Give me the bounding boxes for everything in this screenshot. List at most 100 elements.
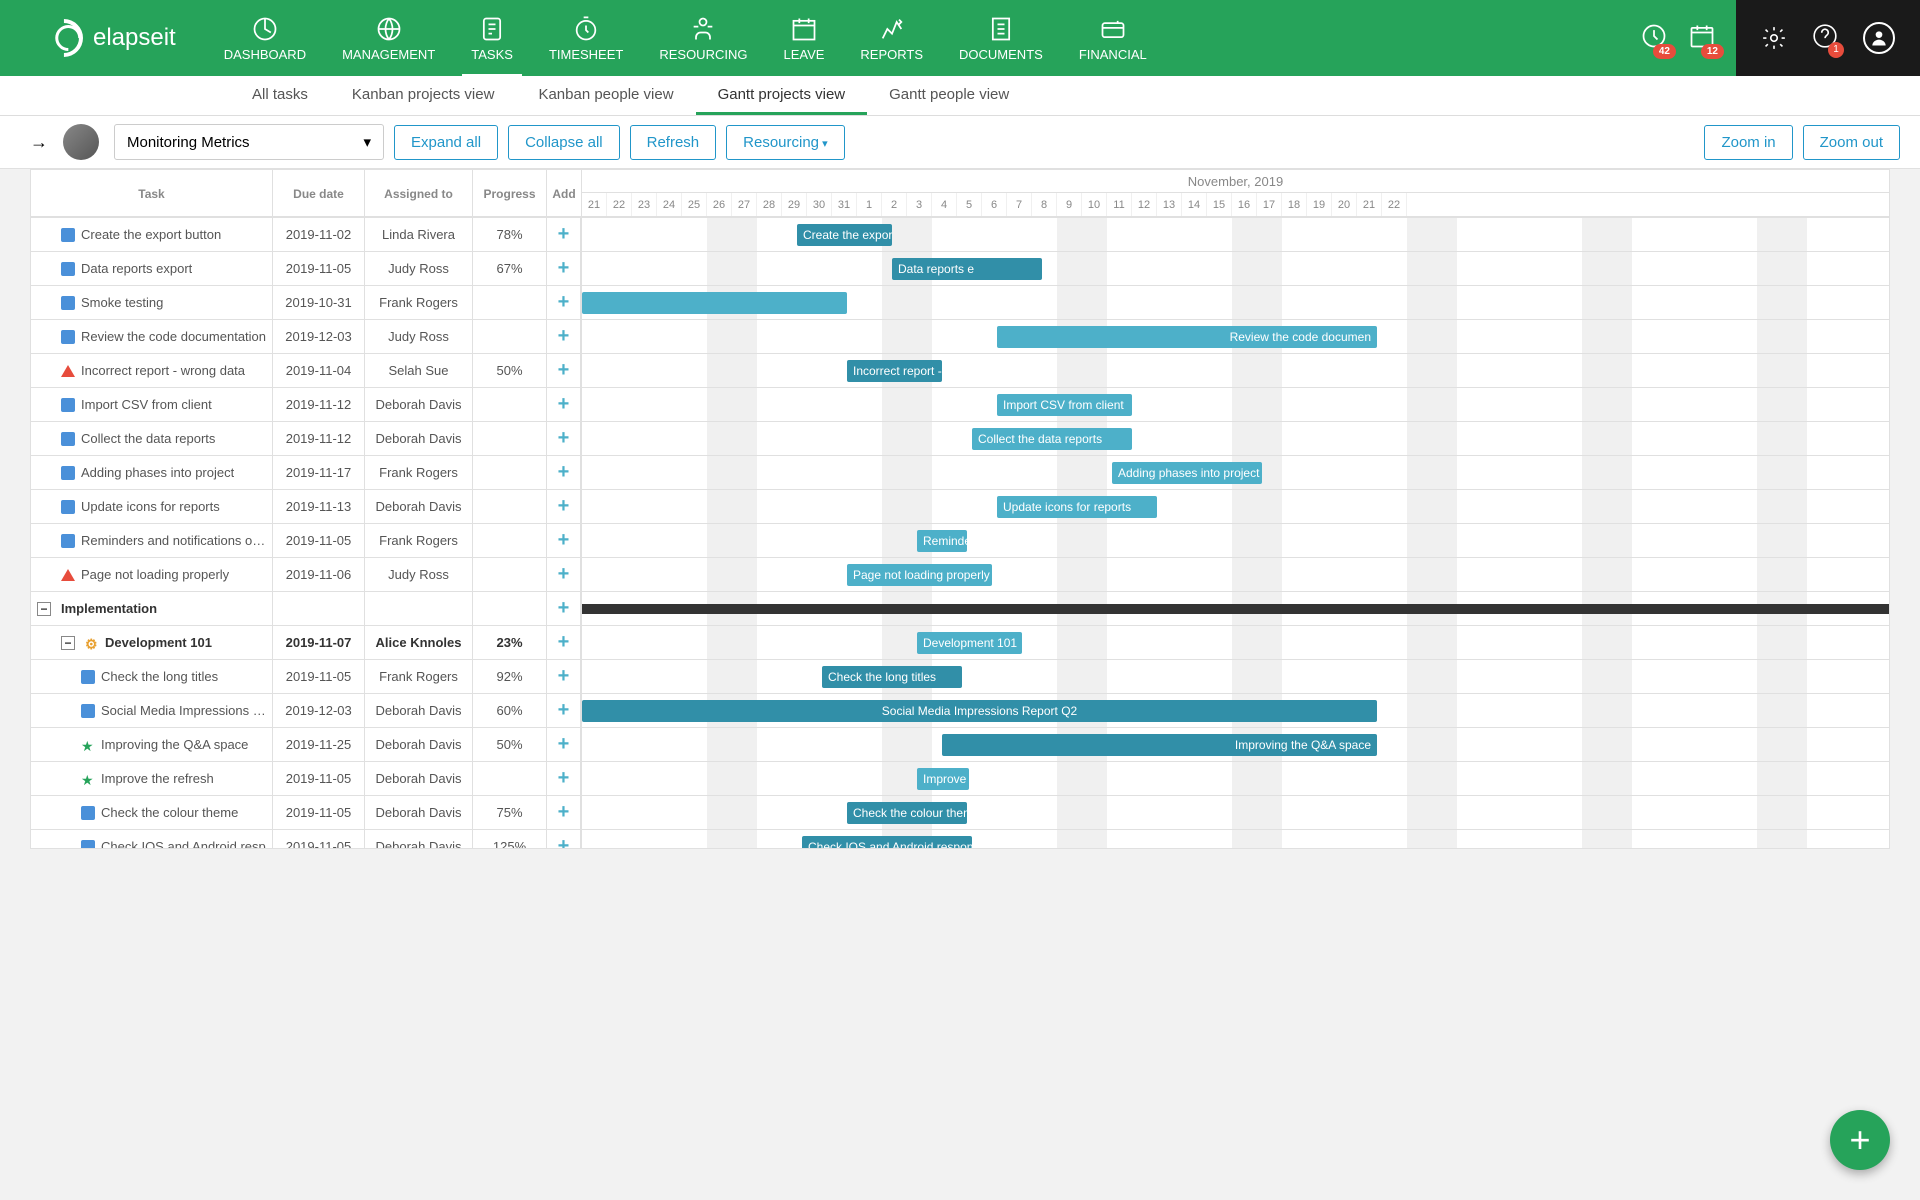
timeline-cell[interactable]: Update icons for reports: [582, 490, 1889, 523]
task-name-cell[interactable]: Smoke testing: [31, 286, 273, 319]
add-button[interactable]: +: [547, 796, 581, 829]
add-button[interactable]: +: [547, 252, 581, 285]
gantt-bar[interactable]: Adding phases into project: [1112, 462, 1262, 484]
task-name-cell[interactable]: Data reports export: [31, 252, 273, 285]
zoom-in-button[interactable]: Zoom in: [1704, 125, 1792, 160]
nav-leave[interactable]: LEAVE: [765, 6, 842, 70]
back-arrow-icon[interactable]: →: [30, 132, 48, 153]
refresh-button[interactable]: Refresh: [630, 125, 717, 160]
nav-resourcing[interactable]: RESOURCING: [641, 6, 765, 70]
task-row[interactable]: Check IOS and Android resp2019-11-05Debo…: [31, 830, 1889, 848]
task-name-cell[interactable]: Social Media Impressions Re: [31, 694, 273, 727]
task-name-cell[interactable]: Create the export button: [31, 218, 273, 251]
timeline-cell[interactable]: Collect the data reports: [582, 422, 1889, 455]
gantt-bar[interactable]: Development 101: [917, 632, 1022, 654]
gear-icon[interactable]: [1761, 25, 1787, 51]
nav-tasks[interactable]: TASKS: [453, 6, 531, 70]
task-name-cell[interactable]: Adding phases into project: [31, 456, 273, 489]
gantt-bar[interactable]: Check IOS and Android respons: [802, 836, 972, 848]
add-button[interactable]: +: [547, 592, 581, 625]
timeline-cell[interactable]: Improving the Q&A space: [582, 728, 1889, 761]
add-button[interactable]: +: [547, 660, 581, 693]
help-icon[interactable]: 1: [1812, 23, 1838, 54]
col-due-header[interactable]: Due date: [273, 170, 365, 218]
task-name-cell[interactable]: Check the long titles: [31, 660, 273, 693]
task-row[interactable]: Check the colour theme2019-11-05Deborah …: [31, 796, 1889, 830]
task-row[interactable]: Create the export button2019-11-02Linda …: [31, 218, 1889, 252]
task-row[interactable]: Review the code documentation2019-12-03J…: [31, 320, 1889, 354]
add-button[interactable]: +: [547, 694, 581, 727]
nav-timesheet[interactable]: TIMESHEET: [531, 6, 641, 70]
subtab-kanban-people-view[interactable]: Kanban people view: [516, 76, 695, 115]
timeline-cell[interactable]: Review the code documen: [582, 320, 1889, 353]
gantt-bar[interactable]: Import CSV from client: [997, 394, 1132, 416]
subtab-all-tasks[interactable]: All tasks: [230, 76, 330, 115]
timeline-cell[interactable]: Development 101: [582, 626, 1889, 659]
add-button[interactable]: +: [547, 286, 581, 319]
add-button[interactable]: +: [547, 524, 581, 557]
add-button[interactable]: +: [547, 558, 581, 591]
collapse-all-button[interactable]: Collapse all: [508, 125, 620, 160]
gantt-bar[interactable]: Social Media Impressions Report Q2: [582, 700, 1377, 722]
add-button[interactable]: +: [547, 354, 581, 387]
task-row[interactable]: Social Media Impressions Re2019-12-03Deb…: [31, 694, 1889, 728]
nav-documents[interactable]: DOCUMENTS: [941, 6, 1061, 70]
task-row[interactable]: Check the long titles2019-11-05Frank Rog…: [31, 660, 1889, 694]
timeline-cell[interactable]: [582, 592, 1889, 625]
task-name-cell[interactable]: Collect the data reports: [31, 422, 273, 455]
task-row[interactable]: Data reports export2019-11-05Judy Ross67…: [31, 252, 1889, 286]
gantt-bar[interactable]: Check the colour them: [847, 802, 967, 824]
subtab-gantt-people-view[interactable]: Gantt people view: [867, 76, 1031, 115]
add-button[interactable]: +: [547, 830, 581, 848]
timeline-cell[interactable]: Check the long titles: [582, 660, 1889, 693]
task-row[interactable]: ★Improve the refresh2019-11-05Deborah Da…: [31, 762, 1889, 796]
task-row[interactable]: −⚙Development 1012019-11-07Alice Knnoles…: [31, 626, 1889, 660]
timeline-cell[interactable]: Incorrect report - w: [582, 354, 1889, 387]
timeline-cell[interactable]: Check IOS and Android respons: [582, 830, 1889, 848]
subtab-gantt-projects-view[interactable]: Gantt projects view: [696, 76, 868, 115]
task-row[interactable]: Smoke testing2019-10-31Frank Rogers+: [31, 286, 1889, 320]
timeline-cell[interactable]: Adding phases into project: [582, 456, 1889, 489]
add-button[interactable]: +: [547, 388, 581, 421]
gantt-bar[interactable]: Incorrect report - w: [847, 360, 942, 382]
task-name-cell[interactable]: −Implementation: [31, 592, 273, 625]
tree-toggle-icon[interactable]: −: [61, 636, 75, 650]
task-row[interactable]: Incorrect report - wrong data2019-11-04S…: [31, 354, 1889, 388]
gantt-bar[interactable]: Check the long titles: [822, 666, 962, 688]
gantt-bar[interactable]: Reminde: [917, 530, 967, 552]
add-button[interactable]: +: [547, 422, 581, 455]
timeline-cell[interactable]: Improve t: [582, 762, 1889, 795]
task-row[interactable]: −Implementation +: [31, 592, 1889, 626]
nav-reports[interactable]: REPORTS: [842, 6, 941, 70]
calendar-notification-icon[interactable]: 12: [1688, 22, 1716, 55]
gantt-bar[interactable]: Data reports e: [892, 258, 1042, 280]
grid-body[interactable]: Create the export button2019-11-02Linda …: [31, 218, 1889, 848]
gantt-bar[interactable]: Update icons for reports: [997, 496, 1157, 518]
timeline-cell[interactable]: Social Media Impressions Report Q2: [582, 694, 1889, 727]
add-button[interactable]: +: [547, 762, 581, 795]
nav-management[interactable]: MANAGEMENT: [324, 6, 453, 70]
gantt-bar[interactable]: Create the export b: [797, 224, 892, 246]
add-button[interactable]: +: [547, 626, 581, 659]
clock-notification-icon[interactable]: 42: [1640, 22, 1668, 55]
task-name-cell[interactable]: Reminders and notifications on em: [31, 524, 273, 557]
timeline-cell[interactable]: Import CSV from client: [582, 388, 1889, 421]
timeline-cell[interactable]: Data reports e: [582, 252, 1889, 285]
col-assigned-header[interactable]: Assigned to: [365, 170, 473, 218]
task-name-cell[interactable]: Incorrect report - wrong data: [31, 354, 273, 387]
task-name-cell[interactable]: ★Improving the Q&A space: [31, 728, 273, 761]
task-row[interactable]: Reminders and notifications on em2019-11…: [31, 524, 1889, 558]
task-row[interactable]: ★Improving the Q&A space2019-11-25Debora…: [31, 728, 1889, 762]
task-name-cell[interactable]: Page not loading properly: [31, 558, 273, 591]
task-name-cell[interactable]: Review the code documentation: [31, 320, 273, 353]
resourcing-dropdown[interactable]: Resourcing: [726, 125, 844, 160]
task-row[interactable]: Collect the data reports2019-11-12Debora…: [31, 422, 1889, 456]
gantt-bar[interactable]: Improving the Q&A space: [942, 734, 1377, 756]
gantt-bar[interactable]: Page not loading properly: [847, 564, 992, 586]
timeline-cell[interactable]: Check the colour them: [582, 796, 1889, 829]
task-name-cell[interactable]: Check IOS and Android resp: [31, 830, 273, 848]
expand-all-button[interactable]: Expand all: [394, 125, 498, 160]
task-name-cell[interactable]: Import CSV from client: [31, 388, 273, 421]
add-button[interactable]: +: [547, 728, 581, 761]
gantt-bar[interactable]: [582, 292, 847, 314]
